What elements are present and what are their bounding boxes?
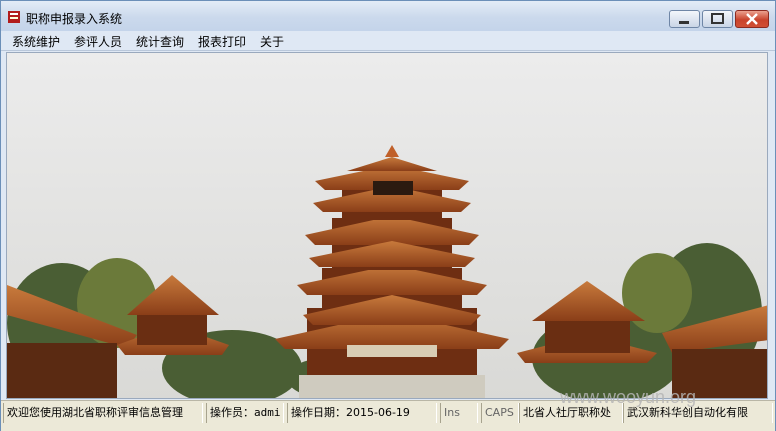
menu-bar: 系统维护 参评人员 统计查询 报表打印 关于 [1, 31, 775, 51]
status-ins: Ins [440, 403, 478, 423]
close-button[interactable] [735, 10, 769, 28]
main-background-image [6, 52, 768, 399]
window-title: 职称申报录入系统 [26, 12, 123, 26]
status-welcome: 欢迎您使用湖北省职称评审信息管理 [3, 403, 203, 423]
minimize-button[interactable] [669, 10, 700, 28]
book-icon [8, 11, 20, 23]
watermark: www.wooyun.org [560, 387, 697, 407]
yellow-crane-tower-photo [7, 53, 767, 398]
menu-report-print[interactable]: 报表打印 [198, 33, 246, 50]
app-window: 职称申报录入系统 系统维护 参评人员 统计查询 报表打印 关于 欢迎您使用湖北省… [0, 0, 776, 431]
status-operator: 操作员：admi [206, 403, 284, 423]
maximize-button[interactable] [702, 10, 733, 28]
close-icon [746, 13, 758, 25]
minimize-icon [679, 21, 689, 24]
menu-statistics-query[interactable]: 统计查询 [136, 33, 184, 50]
menu-participants[interactable]: 参评人员 [74, 33, 122, 50]
status-caps: CAPS [481, 403, 519, 423]
menu-system-maintenance[interactable]: 系统维护 [12, 33, 60, 50]
menu-about[interactable]: 关于 [260, 33, 284, 50]
maximize-icon [711, 13, 724, 24]
status-date: 操作日期：2015-06-19 [287, 403, 437, 423]
title-bar[interactable]: 职称申报录入系统 [1, 1, 775, 31]
